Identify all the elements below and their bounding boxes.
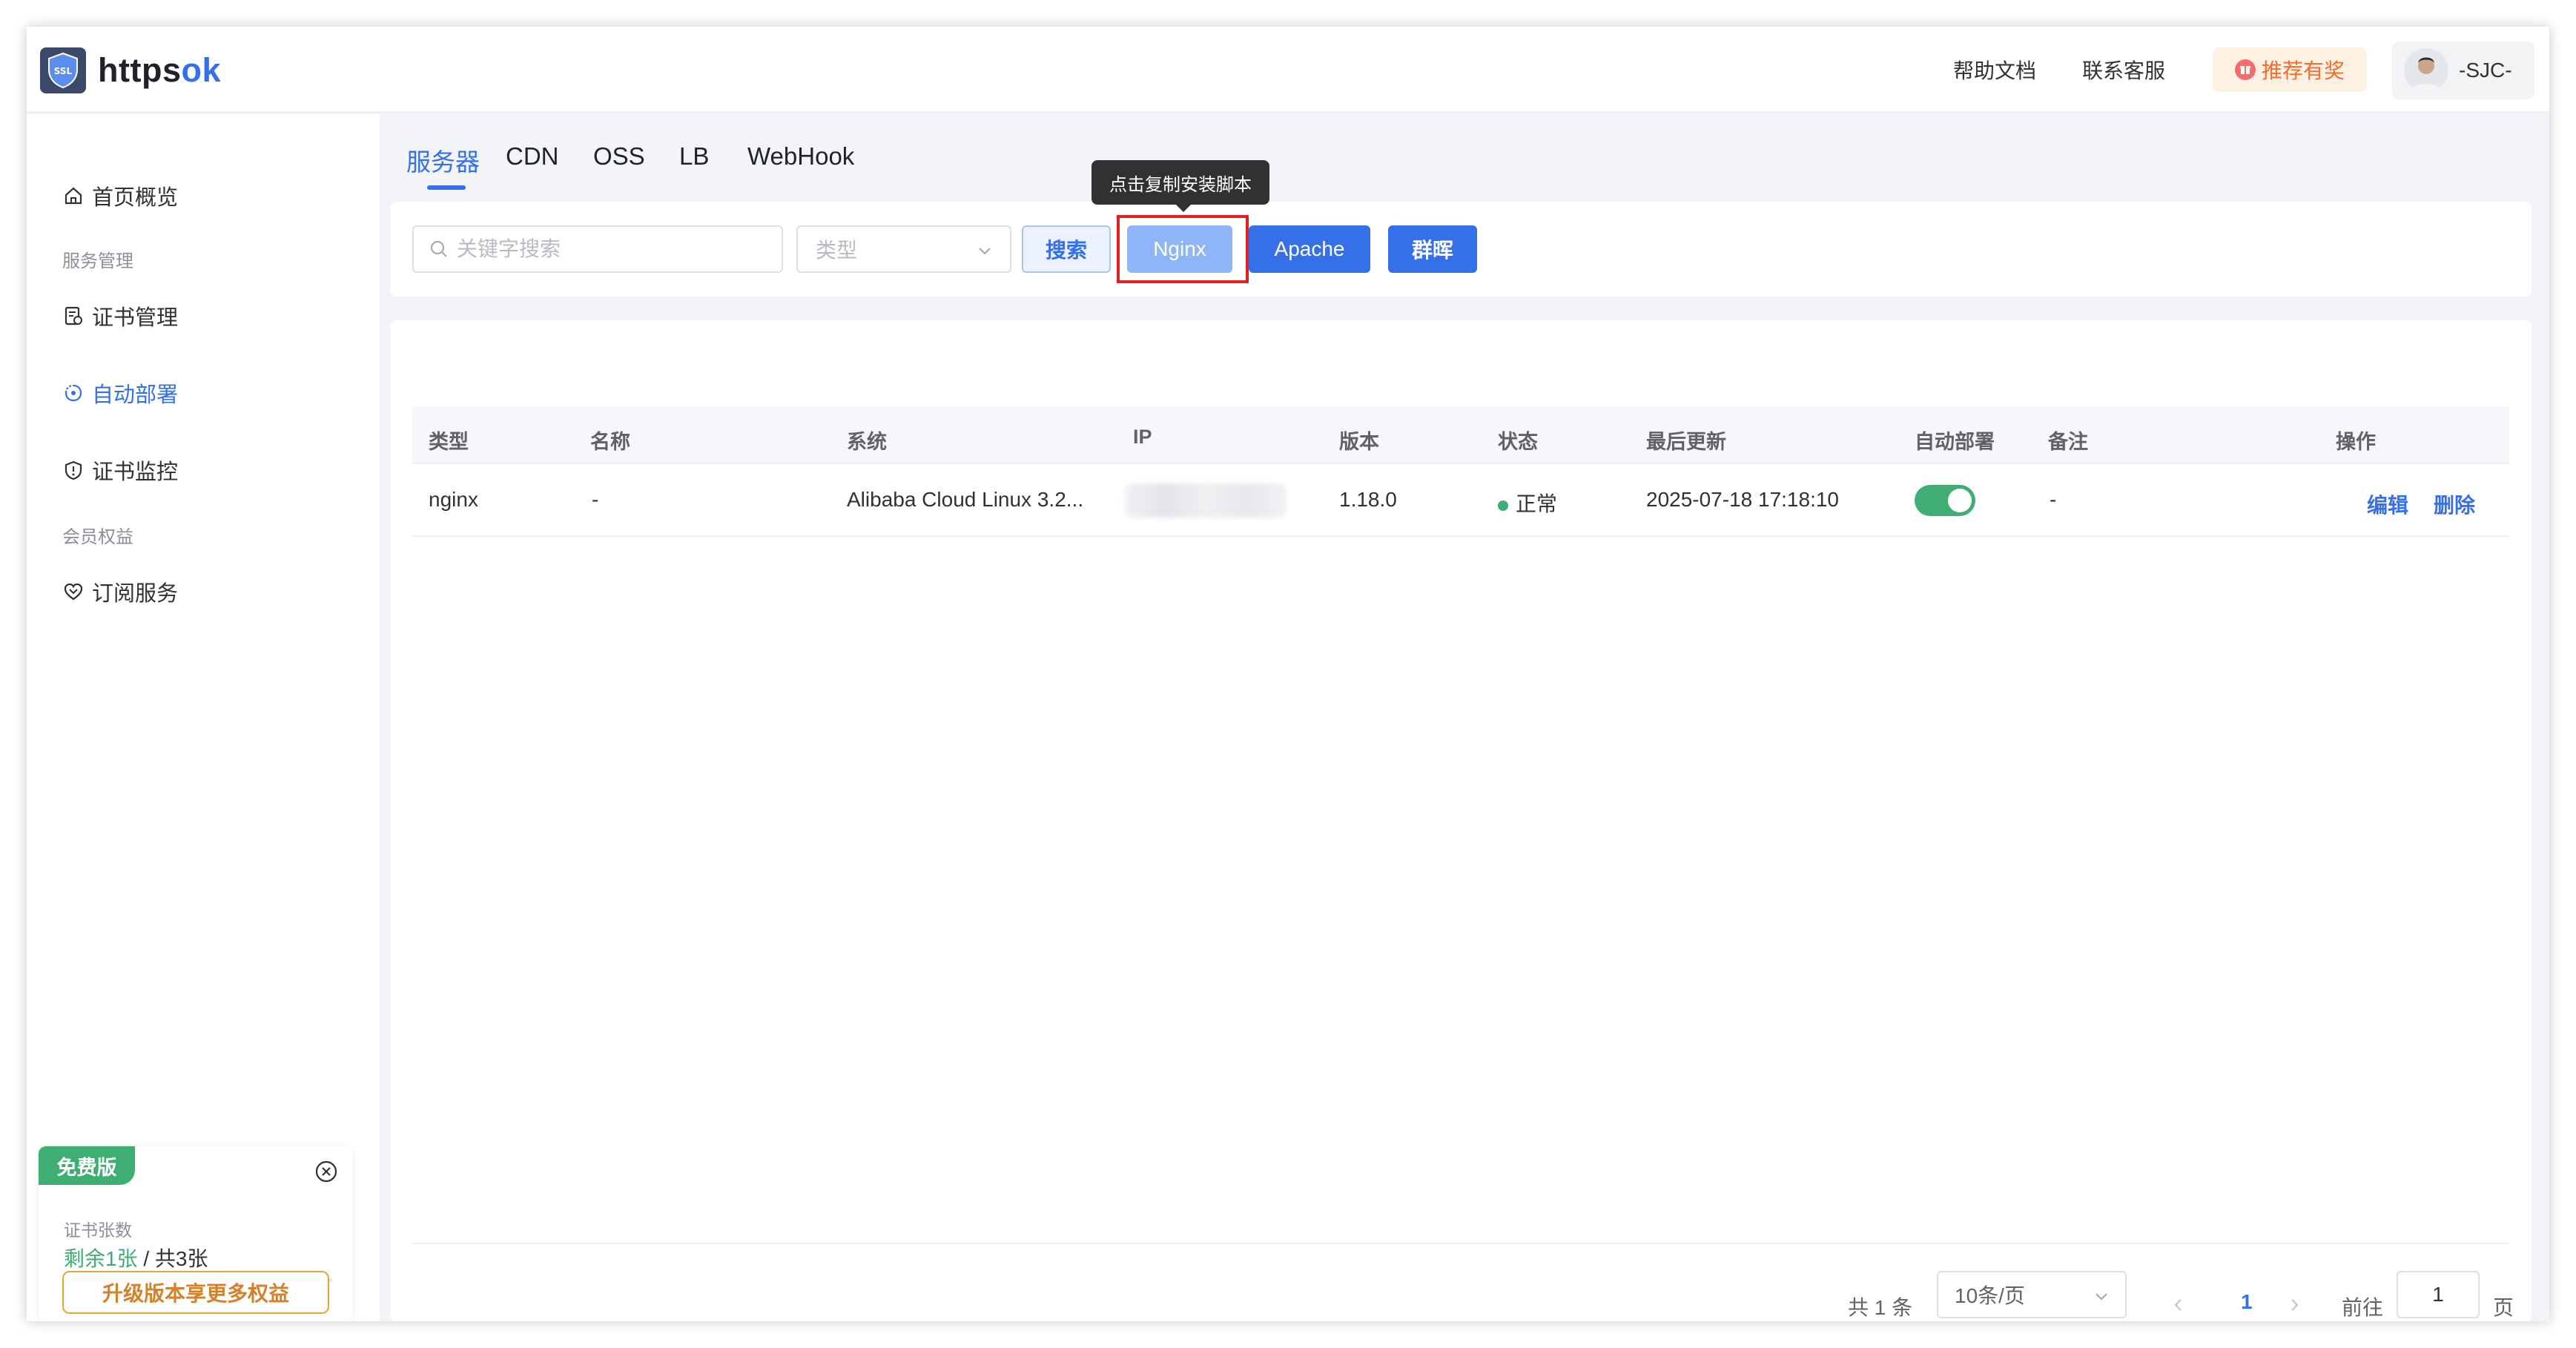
toggle-knob	[1948, 489, 1972, 512]
referral-button[interactable]: 推荐有奖	[2213, 47, 2367, 92]
page-size-value: 10条/页	[1955, 1284, 2025, 1307]
sidebar-item-label: 证书管理	[92, 306, 179, 330]
type-select-placeholder: 类型	[816, 239, 858, 262]
sidebar-item-subscription[interactable]: 订阅服务	[62, 575, 178, 608]
column-header-ip: IP	[1133, 426, 1152, 448]
sidebar-item-auto-deploy[interactable]: 自动部署	[62, 377, 178, 409]
cell-name: -	[592, 488, 599, 511]
prev-page-icon[interactable]	[2170, 1296, 2187, 1314]
highlight-annotation	[1117, 215, 1249, 283]
deploy-icon	[65, 384, 82, 402]
logo-text-https: https	[98, 51, 182, 89]
sidebar-item-cert-monitor[interactable]: 证书监控	[62, 454, 178, 486]
synology-button[interactable]: 群晖	[1388, 225, 1477, 273]
apache-button[interactable]: Apache	[1249, 225, 1370, 273]
table-footer-divider	[412, 1243, 2509, 1244]
pagination-total: 共 1 条	[1848, 1296, 1913, 1319]
cell-remark: -	[2050, 488, 2057, 511]
cell-type: nginx	[429, 488, 478, 511]
copy-script-tooltip: 点击复制安装脚本	[1092, 160, 1269, 205]
sidebar: 首页概览 服务管理 证书管理 自动部署 证书监控 会员权益 订阅服务 免费版 证…	[27, 114, 380, 1321]
table-header: 类型 名称 系统 IP 版本 状态 最后更新 自动部署 备注 操作	[412, 406, 2509, 464]
column-header-version: 版本	[1339, 431, 1379, 453]
search-icon	[430, 240, 447, 257]
cert-remaining: 剩余1张	[64, 1247, 138, 1270]
chevron-down-icon	[979, 248, 991, 255]
sidebar-group-service: 服务管理	[62, 251, 133, 271]
gift-icon	[2234, 59, 2256, 80]
delete-link[interactable]: 删除	[2434, 489, 2475, 519]
logo[interactable]: SSL httpsok	[39, 46, 221, 95]
status-dot-icon	[1498, 500, 1508, 511]
column-header-actions: 操作	[2336, 431, 2376, 453]
search-input[interactable]	[457, 237, 768, 261]
auto-deploy-toggle[interactable]	[1915, 485, 1975, 516]
logo-text: httpsok	[98, 51, 221, 90]
tab-cdn[interactable]: CDN	[506, 142, 559, 171]
cell-status: 正常	[1498, 488, 1557, 518]
type-select[interactable]: 类型	[796, 225, 1011, 273]
sidebar-group-member: 会员权益	[62, 527, 133, 547]
tab-lb[interactable]: LB	[679, 142, 709, 171]
avatar	[2404, 48, 2448, 93]
sidebar-item-cert-management[interactable]: 证书管理	[62, 300, 178, 332]
tab-server[interactable]: 服务器	[406, 142, 480, 178]
referral-label: 推荐有奖	[2261, 59, 2345, 82]
plan-badge: 免费版	[39, 1146, 135, 1185]
close-circle-icon[interactable]	[314, 1160, 338, 1183]
cell-ip-redacted	[1124, 483, 1287, 518]
tab-webhook[interactable]: WebHook	[747, 142, 854, 171]
cell-system: Alibaba Cloud Linux 3.2...	[847, 488, 1084, 511]
goto-label: 前往	[2342, 1296, 2384, 1319]
shield-monitor-icon	[65, 460, 82, 480]
sidebar-item-label: 自动部署	[92, 383, 179, 407]
column-header-name: 名称	[590, 431, 630, 453]
column-header-status: 状态	[1498, 431, 1538, 453]
upgrade-button[interactable]: 升级版本享更多权益	[62, 1271, 329, 1314]
page-unit-label: 页	[2493, 1296, 2514, 1319]
user-menu[interactable]: -SJC-	[2392, 42, 2534, 99]
goto-page-input[interactable]	[2397, 1271, 2480, 1318]
cert-count: 剩余1张 / 共3张	[64, 1243, 208, 1272]
sidebar-item-label: 证书监控	[92, 460, 179, 484]
cell-last-update: 2025-07-18 17:18:10	[1646, 488, 1839, 511]
column-header-type: 类型	[429, 431, 469, 453]
cell-version: 1.18.0	[1339, 488, 1397, 511]
column-header-last-update: 最后更新	[1646, 431, 1726, 453]
top-header: SSL httpsok 帮助文档 联系客服 推荐有奖 -SJC-	[27, 27, 2549, 113]
tab-oss[interactable]: OSS	[593, 142, 645, 171]
active-tab-indicator	[427, 185, 466, 190]
search-button[interactable]: 搜索	[1022, 225, 1111, 273]
chevron-down-icon	[2096, 1293, 2107, 1301]
column-header-remark: 备注	[2048, 431, 2088, 453]
logo-text-ok: ok	[181, 51, 221, 89]
status-text: 正常	[1516, 492, 1558, 515]
sidebar-item-label: 首页概览	[92, 186, 179, 210]
help-docs-link[interactable]: 帮助文档	[1953, 55, 2036, 85]
cert-total: / 共3张	[137, 1247, 208, 1270]
edit-link[interactable]: 编辑	[2367, 489, 2408, 519]
page-number-current[interactable]: 1	[2241, 1290, 2253, 1314]
next-page-icon[interactable]	[2285, 1296, 2303, 1314]
username: -SJC-	[2459, 59, 2512, 82]
column-header-auto-deploy: 自动部署	[1915, 431, 1995, 453]
cert-count-label: 证书张数	[64, 1220, 132, 1240]
tooltip-arrow	[1175, 203, 1192, 212]
sidebar-item-home[interactable]: 首页概览	[62, 179, 178, 212]
search-field[interactable]	[412, 225, 783, 273]
logo-badge-text: SSL	[54, 66, 73, 76]
app-window: SSL httpsok 帮助文档 联系客服 推荐有奖 -SJC- 首页概览 服务…	[27, 27, 2549, 1321]
certificate-doc-icon	[65, 306, 82, 326]
page-size-select[interactable]: 10条/页	[1937, 1271, 2127, 1318]
heart-shield-icon	[64, 583, 83, 601]
column-header-system: 系统	[847, 431, 887, 453]
contact-support-link[interactable]: 联系客服	[2082, 55, 2165, 85]
table-row: nginx - Alibaba Cloud Linux 3.2... 1.18.…	[412, 466, 2509, 537]
home-icon	[65, 187, 82, 205]
ssl-shield-logo-icon: SSL	[40, 47, 86, 93]
sidebar-item-label: 订阅服务	[92, 582, 179, 606]
